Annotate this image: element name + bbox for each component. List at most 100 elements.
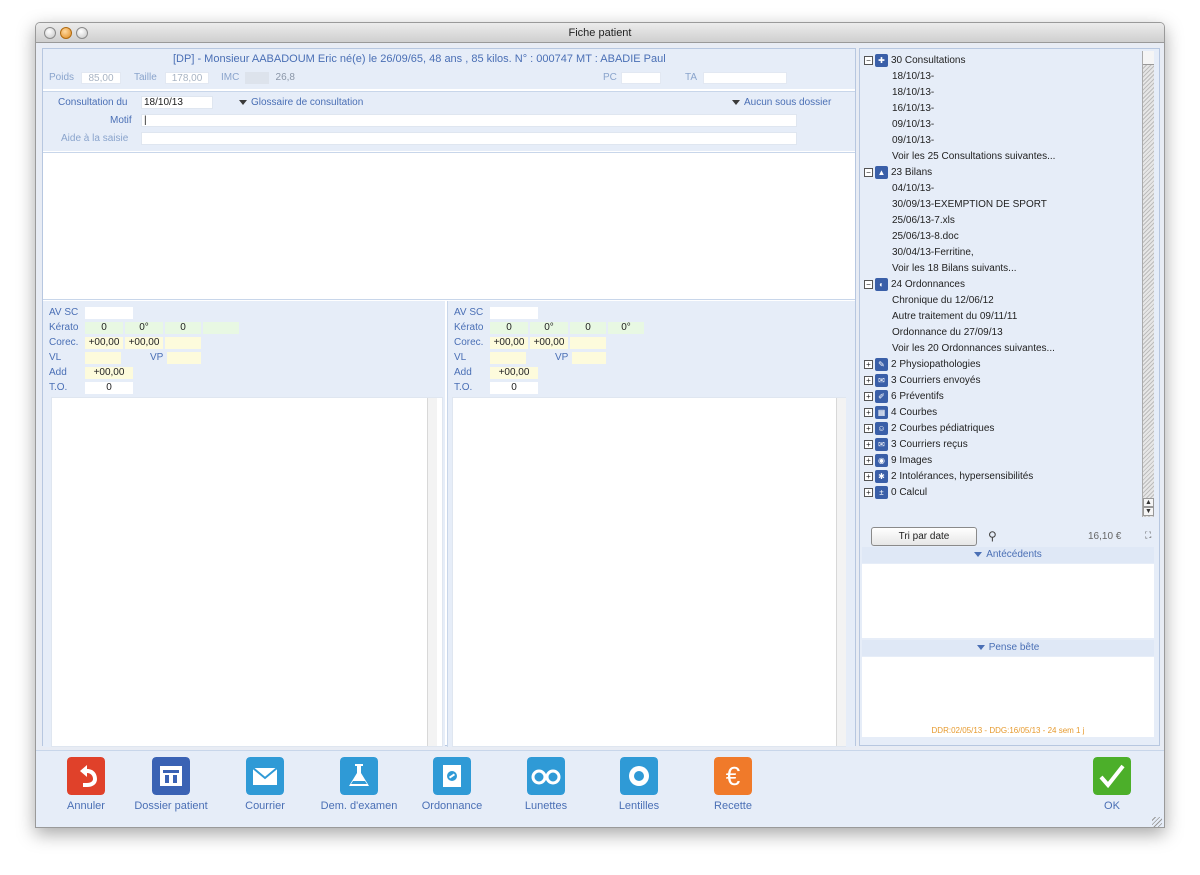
recette-button[interactable]: € Recette [687, 757, 779, 812]
zoom-window-button[interactable] [76, 27, 88, 39]
scrollbar-thumb[interactable] [1143, 51, 1154, 65]
tree-node-images[interactable]: + ◉ 9 Images [864, 453, 932, 469]
eye-notes-right[interactable] [452, 397, 846, 747]
history-scrollbar[interactable]: ▲ ▼ [1142, 51, 1154, 517]
courrier-button[interactable]: Courrier [219, 757, 311, 812]
tree-node-preventifs[interactable]: + ✐ 6 Préventifs [864, 389, 944, 405]
tree-item[interactable]: 25/06/13-7.xls [864, 213, 955, 229]
tree-node-courriers-recus[interactable]: + ✉ 3 Courriers reçus [864, 437, 968, 453]
corec-field-right-1[interactable]: +00,00 [490, 337, 528, 349]
expand-icon[interactable]: + [864, 375, 873, 385]
glossaire-dropdown[interactable]: Glossaire de consultation [239, 97, 363, 108]
collapse-icon[interactable]: − [864, 55, 873, 65]
ok-button[interactable]: OK [1066, 757, 1158, 812]
vl-field-right[interactable] [490, 352, 526, 364]
sous-dossier-dropdown[interactable]: Aucun sous dossier [732, 97, 831, 108]
tree-item[interactable]: 25/06/13-8.doc [864, 229, 959, 245]
minimize-window-button[interactable] [60, 27, 72, 39]
tree-item[interactable]: 30/04/13-Ferritine, [864, 245, 974, 261]
tree-node-physiopathologies[interactable]: + ✎ 2 Physiopathologies [864, 357, 981, 373]
corec-field-left-2[interactable]: +00,00 [125, 337, 163, 349]
expand-icon[interactable]: + [864, 407, 873, 417]
vp-field-right[interactable] [572, 352, 606, 364]
expand-icon[interactable]: + [864, 423, 873, 433]
tree-item[interactable]: 18/10/13- [864, 69, 934, 85]
consultation-date-field[interactable]: 18/10/13 [141, 96, 213, 109]
antecedents-area[interactable] [862, 564, 1154, 638]
dem-examen-button[interactable]: Dem. d'examen [313, 757, 405, 812]
tree-node-bilans[interactable]: − ▲ 23 Bilans [864, 165, 932, 181]
tree-item[interactable]: 09/10/13- [864, 117, 934, 133]
ta-field[interactable] [703, 72, 787, 84]
tree-node-ordonnances[interactable]: − ◐ 24 Ordonnances [864, 277, 965, 293]
tree-more-link[interactable]: Voir les 25 Consultations suivantes... [864, 149, 1055, 165]
add-field-right[interactable]: +00,00 [490, 367, 538, 379]
tree-more-link[interactable]: Voir les 20 Ordonnances suivantes... [864, 341, 1055, 357]
expand-icon[interactable]: + [864, 487, 873, 497]
expand-icon[interactable]: + [864, 471, 873, 481]
poids-field[interactable]: 85,00 [81, 72, 121, 84]
kerato-field-right-4[interactable]: 0° [608, 322, 644, 334]
pense-bete-header[interactable]: Pense bête [862, 640, 1154, 656]
tree-item[interactable]: 30/09/13-EXEMPTION DE SPORT [864, 197, 1047, 213]
lentilles-button[interactable]: Lentilles [593, 757, 685, 812]
kerato-field-left-2[interactable]: 0° [125, 322, 163, 334]
lunettes-button[interactable]: Lunettes [500, 757, 592, 812]
tree-more-link[interactable]: Voir les 18 Bilans suivants... [864, 261, 1017, 277]
corec-field-right-2[interactable]: +00,00 [530, 337, 568, 349]
pense-bete-area[interactable]: DDR:02/05/13 - DDG:16/05/13 - 24 sem 1 j [862, 657, 1154, 737]
close-window-button[interactable] [44, 27, 56, 39]
av-sc-field-left[interactable] [85, 307, 133, 319]
collapse-icon[interactable]: − [864, 279, 873, 289]
search-icon[interactable]: ⚲ [988, 529, 997, 543]
tree-node-consultations[interactable]: − ✚ 30 Consultations [864, 53, 966, 69]
pc-field[interactable] [621, 72, 661, 84]
tree-item[interactable]: 16/10/13- [864, 101, 934, 117]
tree-node-courriers-envoyes[interactable]: + ✉ 3 Courriers envoyés [864, 373, 980, 389]
vl-field-left[interactable] [85, 352, 121, 364]
tree-node-intolerances[interactable]: + ✱ 2 Intolérances, hypersensibilités [864, 469, 1033, 485]
scroll-up-icon[interactable]: ▲ [1143, 498, 1154, 507]
corec-field-left-1[interactable]: +00,00 [85, 337, 123, 349]
av-sc-field-right[interactable] [490, 307, 538, 319]
kerato-field-right-3[interactable]: 0 [570, 322, 606, 334]
to-field-right[interactable]: 0 [490, 382, 538, 394]
add-field-left[interactable]: +00,00 [85, 367, 133, 379]
expand-icon[interactable]: + [864, 439, 873, 449]
tree-item[interactable]: Autre traitement du 09/11/11 [864, 309, 1017, 325]
dossier-patient-button[interactable]: Dossier patient [125, 757, 217, 812]
kerato-field-left-4[interactable] [203, 322, 239, 334]
tree-node-courbes[interactable]: + ▦ 4 Courbes [864, 405, 937, 421]
eye-notes-right-scrollbar[interactable] [836, 398, 846, 746]
kerato-field-right-1[interactable]: 0 [490, 322, 528, 334]
expand-icon[interactable]: + [864, 391, 873, 401]
scroll-down-icon[interactable]: ▼ [1143, 507, 1154, 516]
tree-node-calcul[interactable]: + ±0 Calcul [864, 485, 927, 501]
tree-item[interactable]: 09/10/13- [864, 133, 934, 149]
tree-node-courbes-pediatriques[interactable]: + ☺ 2 Courbes pédiatriques [864, 421, 994, 437]
kerato-field-left-1[interactable]: 0 [85, 322, 123, 334]
tree-item[interactable]: Chronique du 12/06/12 [864, 293, 994, 309]
consultation-notes[interactable] [43, 152, 855, 300]
expand-icon[interactable]: ⛶ [1145, 530, 1151, 541]
kerato-field-left-3[interactable]: 0 [165, 322, 201, 334]
kerato-field-right-2[interactable]: 0° [530, 322, 568, 334]
to-field-left[interactable]: 0 [85, 382, 133, 394]
resize-handle[interactable] [1152, 817, 1162, 827]
vp-field-left[interactable] [167, 352, 201, 364]
corec-field-right-3[interactable] [570, 337, 606, 349]
eye-notes-left-scrollbar[interactable] [427, 398, 437, 746]
antecedents-header[interactable]: Antécédents [862, 547, 1154, 563]
aide-saisie-input[interactable] [141, 132, 797, 145]
annuler-button[interactable]: Annuler [40, 757, 132, 812]
eye-notes-left[interactable] [51, 397, 443, 747]
tree-item[interactable]: Ordonnance du 27/09/13 [864, 325, 1003, 341]
collapse-icon[interactable]: − [864, 167, 873, 177]
ordonnance-button[interactable]: Ordonnance [406, 757, 498, 812]
expand-icon[interactable]: + [864, 455, 873, 465]
tri-par-date-button[interactable]: Tri par date [871, 527, 977, 546]
tree-item[interactable]: 18/10/13- [864, 85, 934, 101]
expand-icon[interactable]: + [864, 359, 873, 369]
taille-field[interactable]: 178,00 [165, 72, 209, 84]
corec-field-left-3[interactable] [165, 337, 201, 349]
